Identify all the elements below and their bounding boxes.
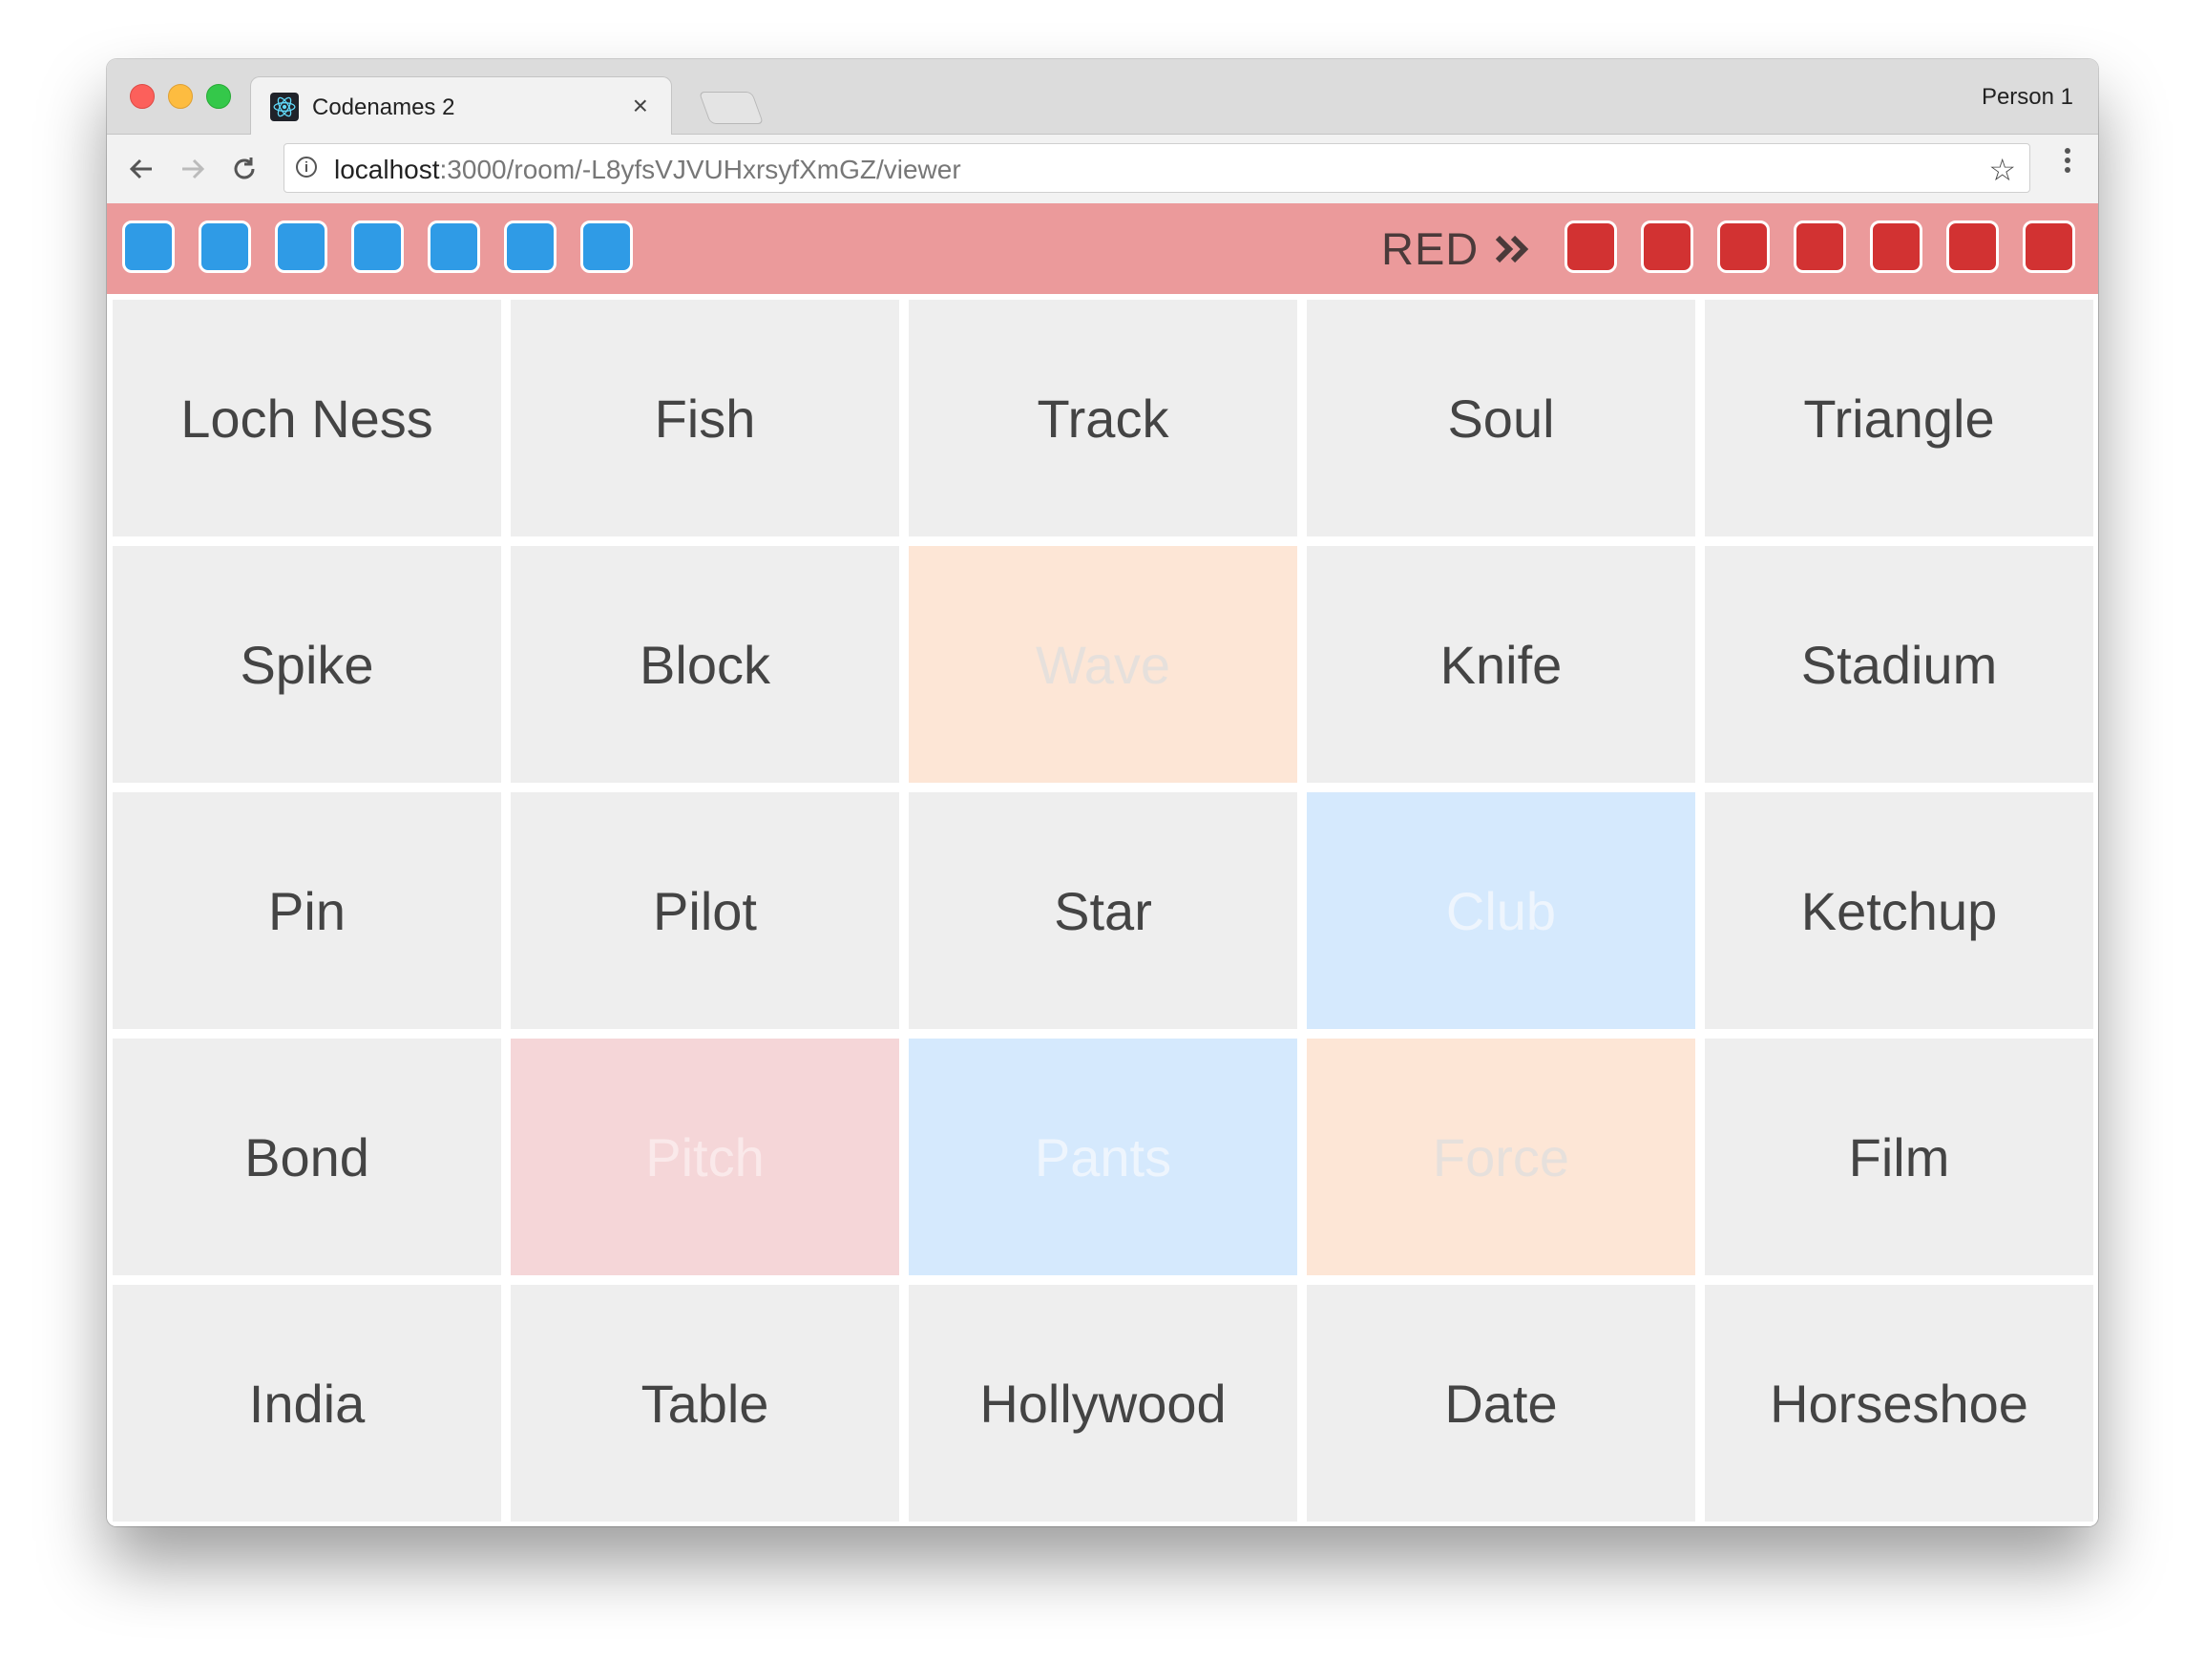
word-card[interactable]: Film xyxy=(1705,1039,2093,1275)
card-word: Date xyxy=(1444,1373,1558,1434)
card-word: Wave xyxy=(1035,634,1171,695)
info-icon[interactable]: i xyxy=(296,157,317,178)
word-card[interactable]: Loch Ness xyxy=(113,300,501,536)
word-card[interactable]: Block xyxy=(511,546,899,783)
card-word: Pitch xyxy=(645,1126,765,1187)
word-card[interactable]: Spike xyxy=(113,546,501,783)
word-card[interactable]: Pilot xyxy=(511,792,899,1029)
word-card[interactable]: Ketchup xyxy=(1705,792,2093,1029)
new-tab-button[interactable] xyxy=(698,92,765,124)
red-remaining-square xyxy=(1717,220,1770,273)
word-card[interactable]: Horseshoe xyxy=(1705,1285,2093,1522)
card-word: Film xyxy=(1848,1126,1950,1187)
tab-title: Codenames 2 xyxy=(312,94,455,120)
blue-remaining-square xyxy=(580,220,633,273)
word-card[interactable]: Wave xyxy=(909,546,1297,783)
blue-remaining-square xyxy=(504,220,556,273)
word-card[interactable]: Club xyxy=(1307,792,1695,1029)
card-word: Pilot xyxy=(653,880,757,941)
game-board: Loch Ness Fish Track Soul Triangle Spike Block… xyxy=(107,294,2098,1526)
word-card[interactable]: Fish xyxy=(511,300,899,536)
reload-icon[interactable] xyxy=(227,152,262,186)
card-word: Pin xyxy=(268,880,346,941)
word-card[interactable]: India xyxy=(113,1285,501,1522)
card-word: Fish xyxy=(654,388,756,449)
word-card[interactable]: Force xyxy=(1307,1039,1695,1275)
word-card[interactable]: Bond xyxy=(113,1039,501,1275)
profile-name[interactable]: Person 1 xyxy=(1982,84,2073,111)
browser-menu-icon[interactable] xyxy=(2064,148,2071,177)
card-word: Stadium xyxy=(1800,634,1998,695)
red-remaining-square xyxy=(1946,220,1999,273)
red-remaining-square xyxy=(1564,220,1617,273)
address-bar[interactable]: i localhost:3000/room/-L8yfsVJVUHxrsyfXm… xyxy=(284,143,2030,193)
word-card[interactable]: Star xyxy=(909,792,1297,1029)
score-bar: RED xyxy=(107,203,2098,294)
red-remaining-square xyxy=(1641,220,1693,273)
word-card[interactable]: Table xyxy=(511,1285,899,1522)
card-word: Soul xyxy=(1447,388,1555,449)
word-card[interactable]: Pin xyxy=(113,792,501,1029)
browser-tab[interactable]: Codenames 2 × xyxy=(250,76,672,136)
double-chevron-right-icon xyxy=(1496,235,1529,262)
minimize-window-button[interactable] xyxy=(168,84,193,109)
close-window-button[interactable] xyxy=(130,84,155,109)
word-card[interactable]: Track xyxy=(909,300,1297,536)
word-card[interactable]: Soul xyxy=(1307,300,1695,536)
card-word: Block xyxy=(640,634,770,695)
card-word: Force xyxy=(1432,1126,1570,1187)
blue-remaining-square xyxy=(275,220,327,273)
card-word: Knife xyxy=(1439,634,1563,695)
card-word: Ketchup xyxy=(1800,880,1998,941)
react-atom-icon xyxy=(270,93,299,121)
card-word: India xyxy=(248,1373,366,1434)
bookmark-star-icon[interactable]: ☆ xyxy=(1988,152,2016,188)
word-card[interactable]: Pants xyxy=(909,1039,1297,1275)
word-card[interactable]: Pitch xyxy=(511,1039,899,1275)
card-word: Star xyxy=(1054,880,1152,941)
word-card[interactable]: Knife xyxy=(1307,546,1695,783)
card-word: Spike xyxy=(240,634,374,695)
blue-remaining-square xyxy=(199,220,251,273)
word-card[interactable]: Date xyxy=(1307,1285,1695,1522)
forward-arrow-icon[interactable] xyxy=(176,152,210,186)
turn-label: RED xyxy=(1381,223,1480,274)
url-text[interactable]: localhost:3000/room/-L8yfsVJVUHxrsyfXmGZ… xyxy=(334,155,961,185)
card-word: Loch Ness xyxy=(180,388,433,449)
zoom-window-button[interactable] xyxy=(206,84,231,109)
blue-remaining-square xyxy=(351,220,404,273)
browser-window: Codenames 2 × Person 1 i localhost:3000/… xyxy=(107,59,2098,1526)
card-word: Table xyxy=(640,1373,769,1434)
red-remaining-square xyxy=(1794,220,1846,273)
turn-indicator: RED xyxy=(1381,222,1534,275)
card-word: Bond xyxy=(244,1126,369,1187)
tab-bar: Codenames 2 × Person 1 xyxy=(107,59,2098,136)
word-card[interactable]: Triangle xyxy=(1705,300,2093,536)
word-card[interactable]: Hollywood xyxy=(909,1285,1297,1522)
blue-remaining-square xyxy=(122,220,175,273)
card-word: Hollywood xyxy=(979,1373,1227,1434)
red-remaining-square xyxy=(2023,220,2075,273)
card-word: Horseshoe xyxy=(1770,1373,2028,1434)
red-remaining-square xyxy=(1870,220,1922,273)
card-word: Track xyxy=(1037,388,1169,449)
browser-toolbar: i localhost:3000/room/-L8yfsVJVUHxrsyfXm… xyxy=(107,135,2098,204)
tab-close-icon[interactable]: × xyxy=(633,91,648,121)
blue-remaining-square xyxy=(428,220,480,273)
card-word: Club xyxy=(1445,880,1557,941)
back-arrow-icon[interactable] xyxy=(124,152,158,186)
word-card[interactable]: Stadium xyxy=(1705,546,2093,783)
card-word: Pants xyxy=(1034,1126,1172,1187)
card-word: Triangle xyxy=(1803,388,1995,449)
